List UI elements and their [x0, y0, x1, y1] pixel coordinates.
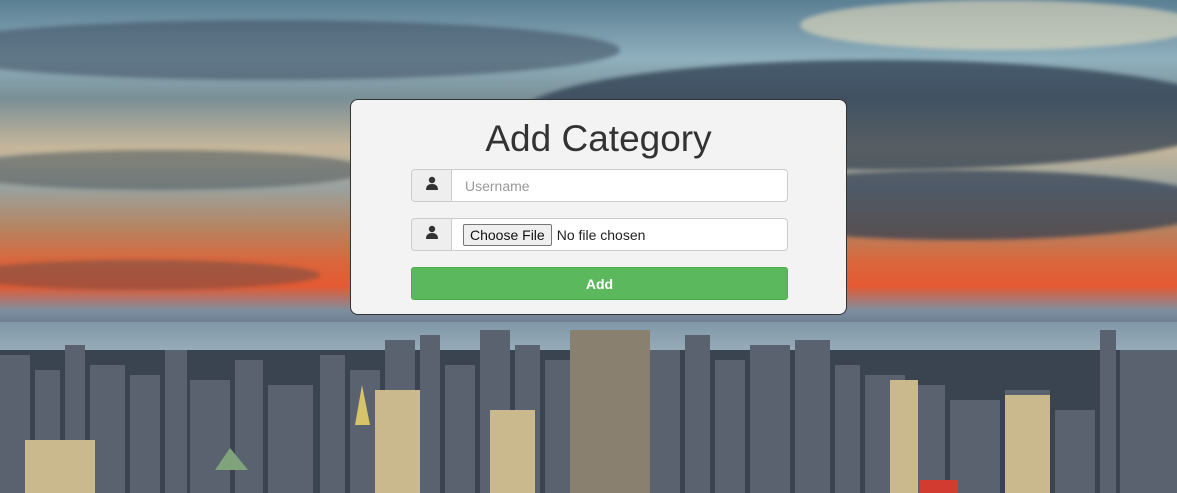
cloud	[0, 260, 320, 290]
skyline	[0, 330, 1177, 493]
username-input-group	[411, 169, 788, 202]
username-addon	[411, 169, 451, 202]
file-addon	[411, 218, 451, 251]
file-status: No file chosen	[556, 226, 646, 243]
username-field-wrap	[451, 169, 788, 202]
choose-file-button[interactable]: Choose File	[463, 223, 552, 246]
user-icon	[425, 225, 439, 244]
username-input[interactable]	[463, 176, 787, 195]
page-title: Add Category	[485, 118, 712, 159]
user-icon	[425, 176, 439, 195]
cloud	[0, 150, 370, 190]
file-input-group: Choose File No file chosen	[411, 218, 788, 251]
add-category-panel: Add Category Choose File No	[350, 99, 847, 315]
cloud	[800, 0, 1177, 50]
file-input: Choose File No file chosen	[451, 218, 788, 251]
add-button[interactable]: Add	[411, 267, 788, 300]
cloud	[0, 20, 620, 80]
